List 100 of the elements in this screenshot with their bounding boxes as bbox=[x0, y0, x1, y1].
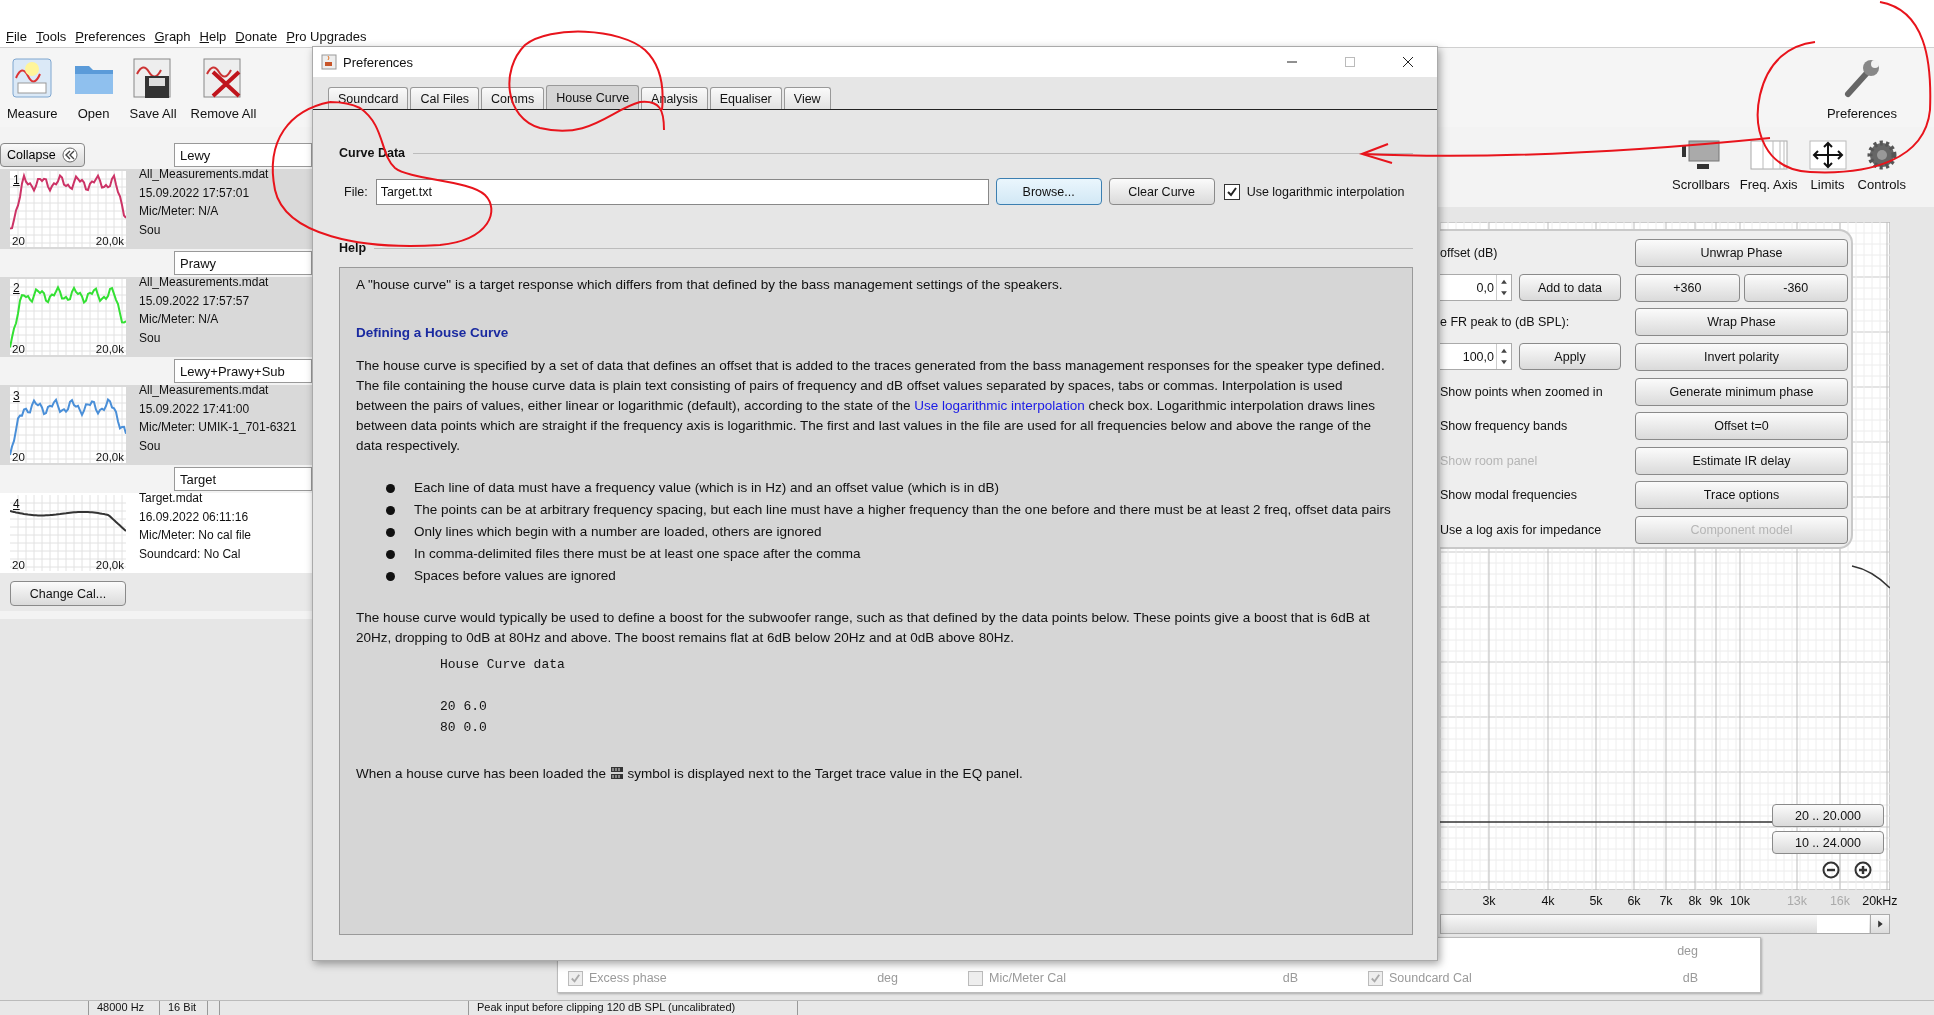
trace-number: 1 bbox=[13, 173, 20, 187]
tab[interactable]: View bbox=[783, 87, 831, 109]
graph-toolbar-button[interactable]: Limits bbox=[1807, 139, 1848, 192]
frequency-label: 20kHz bbox=[1862, 894, 1898, 908]
tab[interactable]: Soundcard bbox=[328, 87, 409, 109]
graph-toolbar-button[interactable]: Freq. Axis bbox=[1739, 139, 1798, 192]
bullet-icon bbox=[386, 484, 395, 493]
name-field[interactable]: Lewy+Prawy+Sub bbox=[174, 359, 312, 383]
panel-button[interactable]: Offset t=0 bbox=[1635, 412, 1848, 441]
close-icon[interactable] bbox=[1402, 56, 1414, 68]
bullet-text: Spaces before values are ignored bbox=[414, 567, 616, 585]
bullet-text: The points can be at arbitrary frequency spacing, but each line must have a higher frequency than the one before and there must be at least 2 freq, offset data pairs bbox=[414, 501, 1391, 519]
unit-label: deg bbox=[877, 971, 898, 985]
frequency-label: 16k bbox=[1829, 894, 1851, 908]
clear-curve-button[interactable]: Clear Curve bbox=[1108, 178, 1215, 205]
bullet-text: Each line of data must have a frequency value (which is in Hz) and an offset value (which is in dB) bbox=[414, 479, 1000, 497]
toolbar-button[interactable]: Remove All bbox=[183, 56, 264, 121]
status-message: Peak input before clipping 120 dB SPL (uncalibrated) bbox=[469, 1001, 798, 1015]
menu-item[interactable]: File bbox=[6, 28, 27, 44]
preferences-button[interactable]: Preferences bbox=[1819, 56, 1904, 121]
panel-button[interactable]: Generate minimum phase bbox=[1635, 377, 1848, 406]
toolbar-button[interactable]: Save All bbox=[122, 56, 184, 121]
panel-button[interactable]: Wrap Phase bbox=[1635, 308, 1848, 337]
name-field[interactable]: Lewy bbox=[174, 143, 312, 167]
zoom-in-icon[interactable] bbox=[1854, 861, 1872, 879]
option-label[interactable]: Show frequency bands bbox=[1440, 419, 1568, 434]
apply-button[interactable]: Add to data bbox=[1519, 274, 1621, 302]
bullet-icon bbox=[386, 550, 395, 559]
tab[interactable]: Equaliser bbox=[709, 87, 782, 109]
mic-info: Mic/Meter: N/A bbox=[139, 203, 220, 220]
option-label[interactable]: Use a log axis for impedance bbox=[1440, 522, 1602, 537]
range-button[interactable]: 10 .. 24.000 bbox=[1772, 831, 1884, 854]
measurement-card[interactable]: 3 20 20,0k All_Measurements.mdat 15.09.2022 17:41:00 Mic/Meter: UMIK-1_701-6321 Sou bbox=[0, 385, 312, 465]
cup-icon bbox=[321, 54, 337, 70]
panel-button[interactable]: +360 bbox=[1635, 273, 1740, 302]
toolbar-button[interactable]: Open bbox=[64, 56, 123, 121]
collapse-button[interactable]: Collapse bbox=[0, 143, 85, 167]
menu-item[interactable]: Help bbox=[199, 28, 227, 44]
zoom-out-icon[interactable] bbox=[1822, 861, 1840, 879]
measurement-card[interactable]: 2 20 20,0k All_Measurements.mdat 15.09.2022 17:57:57 Mic/Meter: N/A Sou bbox=[0, 277, 312, 357]
checkbox-label: Excess phase bbox=[589, 971, 667, 985]
number-spinner[interactable]: 0,0 bbox=[1440, 274, 1512, 302]
scrollbar-thumb[interactable] bbox=[1817, 915, 1869, 933]
frequency-label: 10k bbox=[1729, 894, 1751, 908]
name-field[interactable]: Prawy bbox=[174, 251, 312, 275]
soundcard-info: Sou bbox=[139, 437, 162, 455]
mic-info: Mic/Meter: N/A bbox=[139, 311, 220, 328]
code-line: 20 6.0 bbox=[440, 698, 488, 716]
measurement-card[interactable]: 1 20 20,0k All_Measurements.mdat 15.09.2022 17:57:01 Mic/Meter: N/A Sou bbox=[0, 169, 312, 249]
measurement-card[interactable]: 4 20 20,0k Target.mdat 16.09.2022 06:11:16 Mic/Meter: No cal file Soundcard: No Cal bbox=[0, 493, 312, 573]
tab[interactable]: Cal Files bbox=[410, 87, 480, 109]
bullet-icon bbox=[386, 506, 395, 515]
help-text: A "house curve" is a target response which differs from that defined by the bass management settings of the speakers. bbox=[356, 276, 1064, 294]
menu-item[interactable]: Graph bbox=[154, 28, 191, 44]
panel-button[interactable]: -360 bbox=[1743, 273, 1848, 302]
panel-button[interactable]: Trace options bbox=[1635, 481, 1848, 510]
bullet-icon bbox=[386, 572, 395, 581]
bit-depth: 16 Bit bbox=[160, 1001, 208, 1015]
horizontal-scrollbar[interactable] bbox=[1440, 914, 1890, 934]
menu-item[interactable]: Preferences bbox=[75, 28, 146, 44]
maximize-icon[interactable] bbox=[1344, 56, 1356, 68]
panel-button[interactable]: Unwrap Phase bbox=[1635, 239, 1848, 268]
option-label[interactable]: Show points when zoomed in bbox=[1440, 384, 1603, 399]
frequency-label: 5k bbox=[1589, 894, 1603, 908]
browse-button[interactable]: Browse... bbox=[995, 178, 1102, 205]
change-cal-button[interactable]: Change Cal... bbox=[10, 581, 126, 606]
checkbox[interactable] bbox=[568, 970, 583, 986]
graph-toolbar-button[interactable]: Scrollbars bbox=[1672, 139, 1730, 192]
range-button[interactable]: 20 .. 20.000 bbox=[1772, 804, 1884, 827]
help-paragraph: The house curve would typically be used to define a boost for the subwoofer range, such as that defined by the data points below. These points give a boost that is 6dB at 20Hz, dropping to 0dB at 80Hz and above. The boost remains flat at 6dB below 20Hz and at 0dB above 80Hz. bbox=[356, 609, 1371, 647]
house-curve-icon bbox=[609, 766, 624, 780]
bullet-text: In comma-delimited files there must be at least one space after the comma bbox=[414, 545, 861, 563]
panel-button[interactable]: Invert polarity bbox=[1635, 342, 1848, 371]
graph-toolbar-button[interactable]: Controls bbox=[1857, 139, 1906, 192]
number-spinner[interactable]: 100,0 bbox=[1440, 343, 1512, 371]
menu-item[interactable]: Pro Upgrades bbox=[286, 28, 367, 44]
axis-label: 20 bbox=[12, 235, 25, 247]
help-paragraph: The house curve is specified by a set of data that defines an offset that is added to the traces generated from the bass management responses for the speaker type defined. The file containing the house curve data is plain text consisting of pairs of frequency and dB offset values separated by spaces, tabs or commas. Interpolation is used between the pairs of values, either linear or logarithmic (default), according to the state of the Use logarithmic interpolation check box. Logarithmic interpolation draws lines between data points which are straight if the frequency axis is logarithmic. The first and last values in the file are used for all frequencies below and above the range of the data respectively. bbox=[356, 357, 1386, 455]
trace-number: 3 bbox=[13, 389, 20, 403]
help-link[interactable]: Use logarithmic interpolation bbox=[914, 398, 1085, 413]
frequency-label: 4k bbox=[1541, 894, 1555, 908]
menu-item[interactable]: Tools bbox=[35, 28, 67, 44]
tab[interactable]: House Curve bbox=[546, 85, 640, 109]
columns-icon bbox=[1748, 139, 1789, 171]
soundcard-info: Sou bbox=[139, 329, 162, 347]
field-label: offset (dB) bbox=[1440, 246, 1498, 261]
name-field[interactable]: Target bbox=[174, 467, 312, 491]
menu-item[interactable]: Donate bbox=[235, 28, 278, 44]
checkbox[interactable] bbox=[1223, 183, 1240, 200]
double-chevron-icon bbox=[61, 147, 78, 163]
axis-label: 20,0k bbox=[95, 235, 124, 247]
checkbox[interactable] bbox=[968, 970, 983, 986]
toolbar-button[interactable]: Measure bbox=[0, 56, 65, 121]
date-time: 15.09.2022 17:57:57 bbox=[139, 292, 251, 310]
panel-button[interactable]: Estimate IR delay bbox=[1635, 446, 1848, 475]
file-field[interactable]: Target.txt bbox=[375, 178, 989, 205]
axis-label: 20 bbox=[12, 559, 25, 571]
option-label[interactable]: Show modal frequencies bbox=[1440, 488, 1577, 503]
checkbox[interactable] bbox=[1368, 970, 1383, 986]
apply-button[interactable]: Apply bbox=[1519, 343, 1621, 371]
